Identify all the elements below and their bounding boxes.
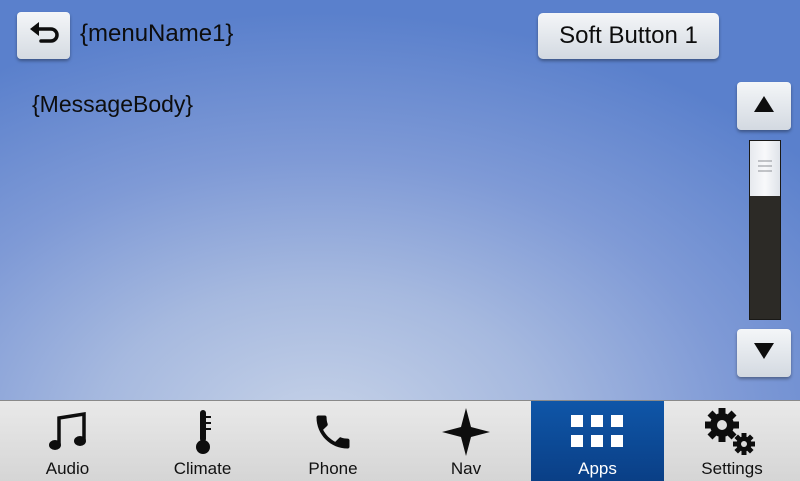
menu-name-title: {menuName1} (80, 20, 234, 47)
triangle-down-icon (753, 342, 775, 365)
gears-icon (702, 407, 762, 457)
nav-item-audio[interactable]: Audio (0, 401, 135, 481)
nav-item-apps[interactable]: Apps (531, 401, 664, 481)
compass-star-icon (441, 407, 491, 457)
nav-label-settings: Settings (701, 459, 763, 478)
back-button[interactable] (17, 12, 70, 59)
nav-item-settings[interactable]: Settings (664, 401, 800, 481)
nav-label-audio: Audio (45, 459, 90, 478)
grip-lines-icon (757, 158, 773, 179)
nav-item-nav[interactable]: Nav (402, 401, 530, 481)
apps-grid-icon (570, 407, 625, 457)
nav-label-nav: Nav (450, 459, 482, 478)
back-arrow-icon (27, 20, 61, 51)
nav-item-phone[interactable]: Phone (270, 401, 396, 481)
scroll-up-button[interactable] (737, 82, 791, 130)
main-screen: {menuName1} Soft Button 1 {MessageBody} (0, 0, 800, 400)
phone-icon (311, 407, 355, 457)
triangle-up-icon (753, 95, 775, 118)
soft-button-1[interactable]: Soft Button 1 (538, 13, 719, 59)
nav-label-apps: Apps (578, 459, 617, 478)
bottom-nav-bar: Audio Climate Phone Nav Apps Settings (0, 400, 800, 481)
nav-label-phone: Phone (308, 459, 358, 478)
thermometer-icon (191, 407, 215, 457)
music-note-icon (46, 407, 90, 457)
scrollbar-thumb[interactable] (750, 141, 780, 196)
nav-label-climate: Climate (173, 459, 232, 478)
nav-item-climate[interactable]: Climate (135, 401, 270, 481)
scroll-down-button[interactable] (737, 329, 791, 377)
message-body: {MessageBody} (32, 91, 194, 117)
scrollbar-track[interactable] (749, 140, 781, 320)
